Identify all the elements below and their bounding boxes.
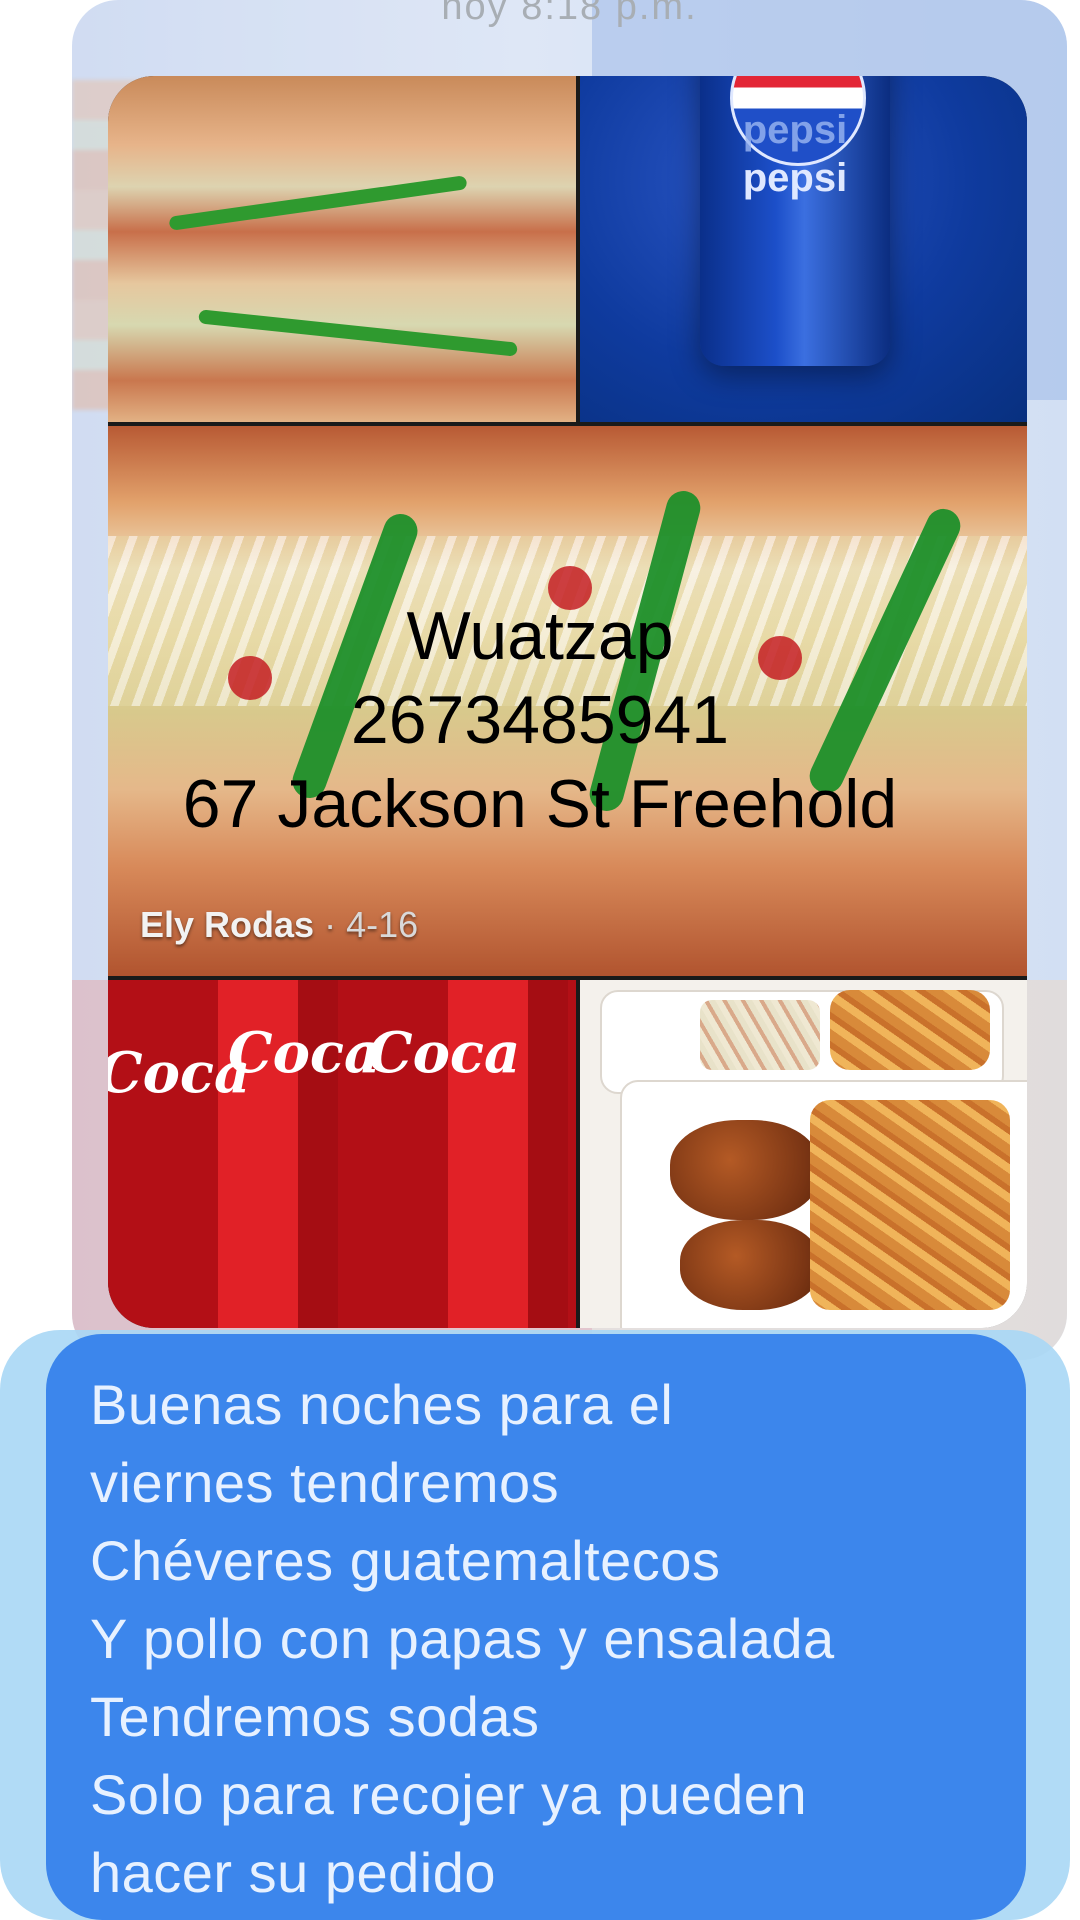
overlay-address[interactable]: 67 Jackson St Freehold xyxy=(0,762,1080,846)
message-line: hacer su pedido xyxy=(90,1841,497,1904)
pepsi-photo[interactable]: pepsi pepsi xyxy=(580,76,1027,422)
overlay-phone-number[interactable]: 2673485941 xyxy=(0,678,1080,762)
cola-brand-text: Coca xyxy=(368,1020,521,1086)
overlay-whatsapp-label: Wuatzap xyxy=(406,598,674,674)
cola-brand-text: Coca xyxy=(228,1020,381,1086)
chicken-fries-photo[interactable] xyxy=(580,980,1027,1328)
message-timestamp: hoy 8:18 p.m. xyxy=(441,0,698,28)
coca-cola-photo[interactable]: Coca Coca Coca xyxy=(108,980,576,1328)
pepsi-can: pepsi pepsi xyxy=(700,76,890,366)
message-line: Y pollo con papas y ensalada xyxy=(90,1607,835,1670)
message-text: Buenas noches para el viernes tendremos … xyxy=(90,1366,1030,1912)
message-line: Buenas noches para el xyxy=(90,1373,674,1436)
post-caption: Ely Rodas · 4-16 xyxy=(140,904,419,945)
fried-chicken xyxy=(680,1220,820,1310)
coleslaw xyxy=(700,1000,820,1070)
message-line: Solo para recojer ya pueden xyxy=(90,1763,808,1826)
post-date: 4-16 xyxy=(346,904,419,945)
fries xyxy=(830,990,990,1070)
message-line: Tendremos sodas xyxy=(90,1685,540,1748)
message-line: viernes tendremos xyxy=(90,1451,560,1514)
message-line: Chéveres guatemaltecos xyxy=(90,1529,721,1592)
fried-chicken xyxy=(670,1120,820,1220)
hotdogs-photo[interactable] xyxy=(108,76,576,422)
contact-overlay: Wuatzap 2673485941 67 Jackson St Freehol… xyxy=(0,594,1080,846)
fries xyxy=(810,1100,1010,1310)
author-name: Ely Rodas xyxy=(140,904,315,945)
salsa-drizzle xyxy=(198,309,518,357)
salsa-drizzle xyxy=(168,175,468,231)
pepsi-brand-text: pepsi xyxy=(742,156,848,200)
pepsi-brand-text: pepsi xyxy=(742,108,848,152)
